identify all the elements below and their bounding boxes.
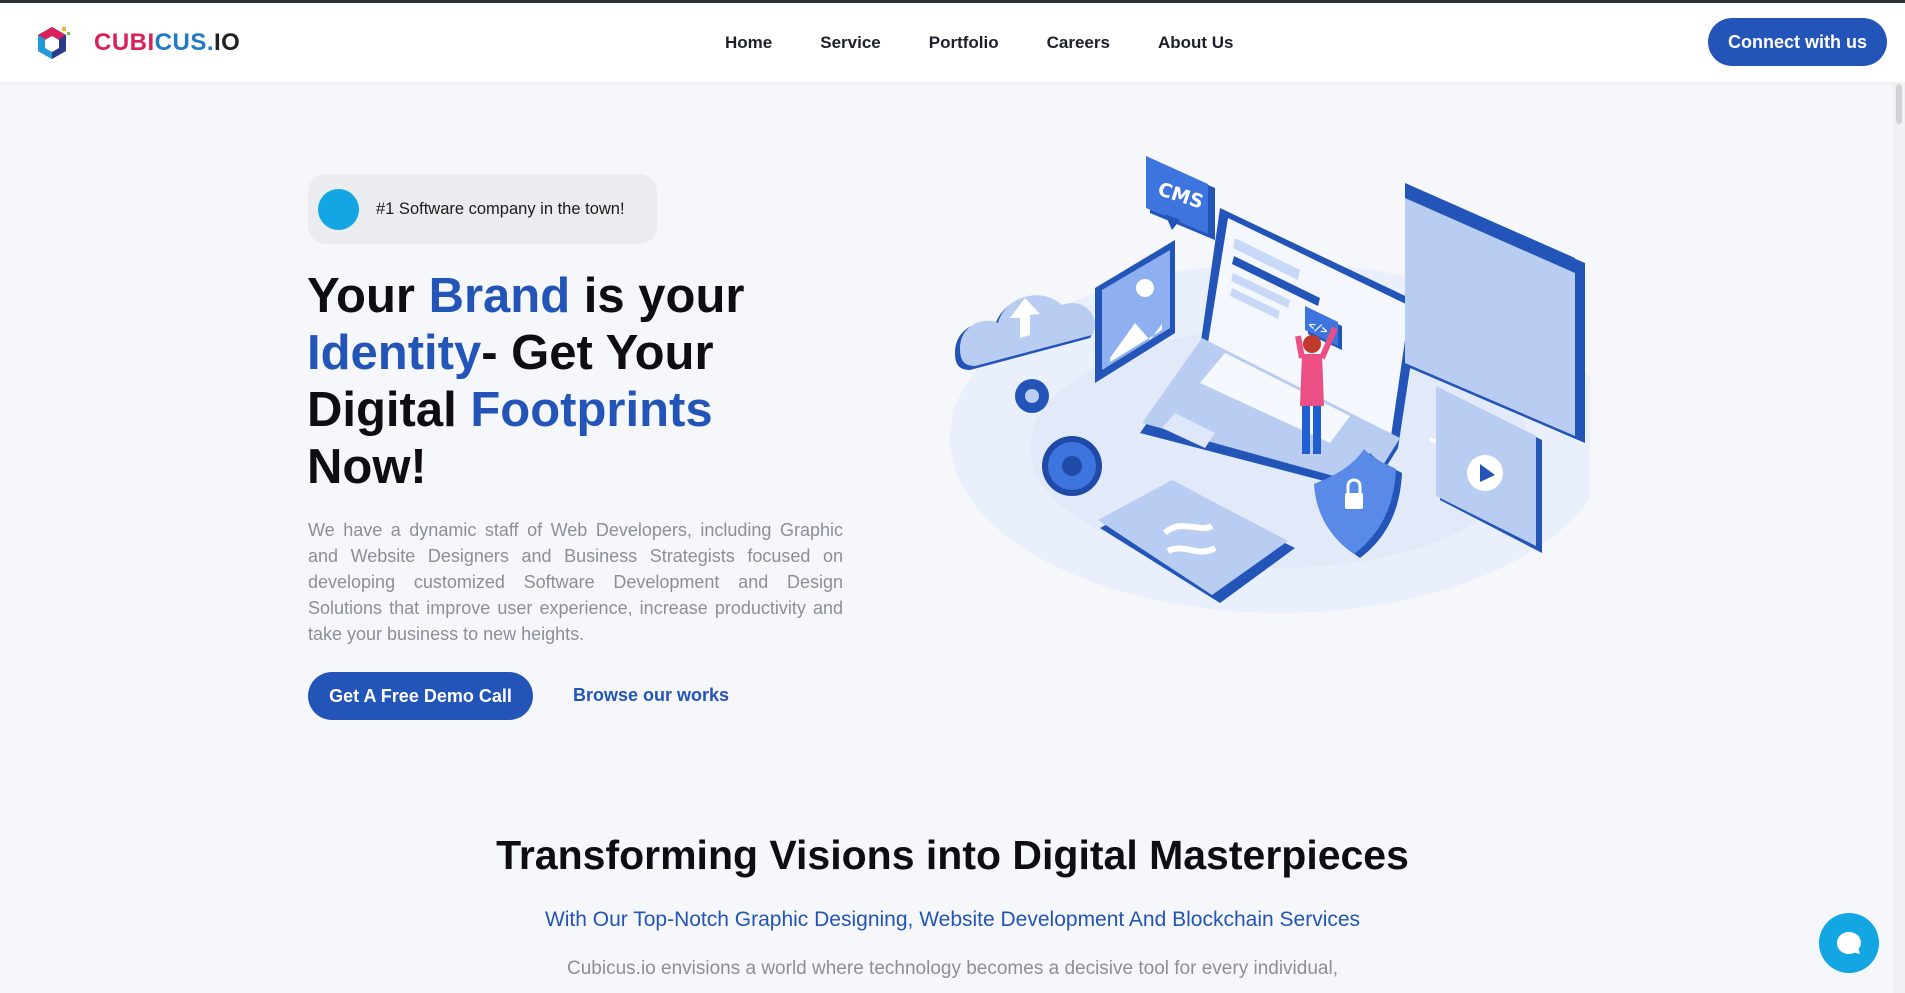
nav-careers[interactable]: Careers [1047, 33, 1110, 53]
chat-icon [1837, 932, 1861, 954]
nav-service[interactable]: Service [820, 33, 881, 53]
connect-button[interactable]: Connect with us [1708, 18, 1887, 66]
navbar: CUBICUS.IO Home Service Portfolio Career… [0, 3, 1905, 82]
hero-title-part: Now! [307, 440, 427, 494]
nav-home[interactable]: Home [725, 33, 772, 53]
hero-badge: #1 Software company in the town! [308, 174, 657, 244]
page-scrollbar[interactable] [1893, 82, 1905, 993]
cms-bubble-icon: CMS [1146, 156, 1215, 240]
hero-title-highlight: Brand [428, 269, 571, 323]
logo[interactable]: CUBICUS.IO [32, 23, 240, 63]
hero-title-part: is your [570, 269, 745, 323]
logo-text-part-3: IO [214, 29, 241, 56]
chat-widget-button[interactable] [1819, 913, 1879, 973]
hero-description: We have a dynamic staff of Web Developer… [308, 520, 843, 644]
nav-about-us[interactable]: About Us [1158, 33, 1234, 53]
section-title: Transforming Visions into Digital Master… [496, 832, 1409, 878]
hero-title-highlight: Footprints [470, 383, 713, 437]
hero-title-highlight: Identity [307, 326, 482, 380]
badge-text: #1 Software company in the town! [376, 199, 625, 218]
hero-title-part: Your [307, 269, 429, 323]
logo-text-part-1: CUBI [94, 29, 155, 56]
section-subtitle: With Our Top-Notch Graphic Designing, We… [544, 908, 1361, 931]
browse-works-link[interactable]: Browse our works [573, 685, 729, 706]
hero-illustration: CMS </> [950, 156, 1590, 613]
nav-links: Home Service Portfolio Careers About Us [725, 33, 1282, 53]
nav-portfolio[interactable]: Portfolio [929, 33, 999, 53]
hero-title: Your Brand is your Identity- Get Your Di… [307, 268, 767, 496]
badge-dot [318, 188, 359, 230]
section-text: Cubicus.io envisions a world where techn… [567, 958, 1338, 979]
free-demo-button[interactable]: Get A Free Demo Call [308, 672, 533, 720]
logo-text: CUBICUS.IO [94, 29, 240, 57]
cubicus-logo-icon [38, 27, 70, 59]
logo-text-part-2: CUS. [154, 29, 215, 56]
scrollbar-thumb[interactable] [1896, 84, 1902, 124]
